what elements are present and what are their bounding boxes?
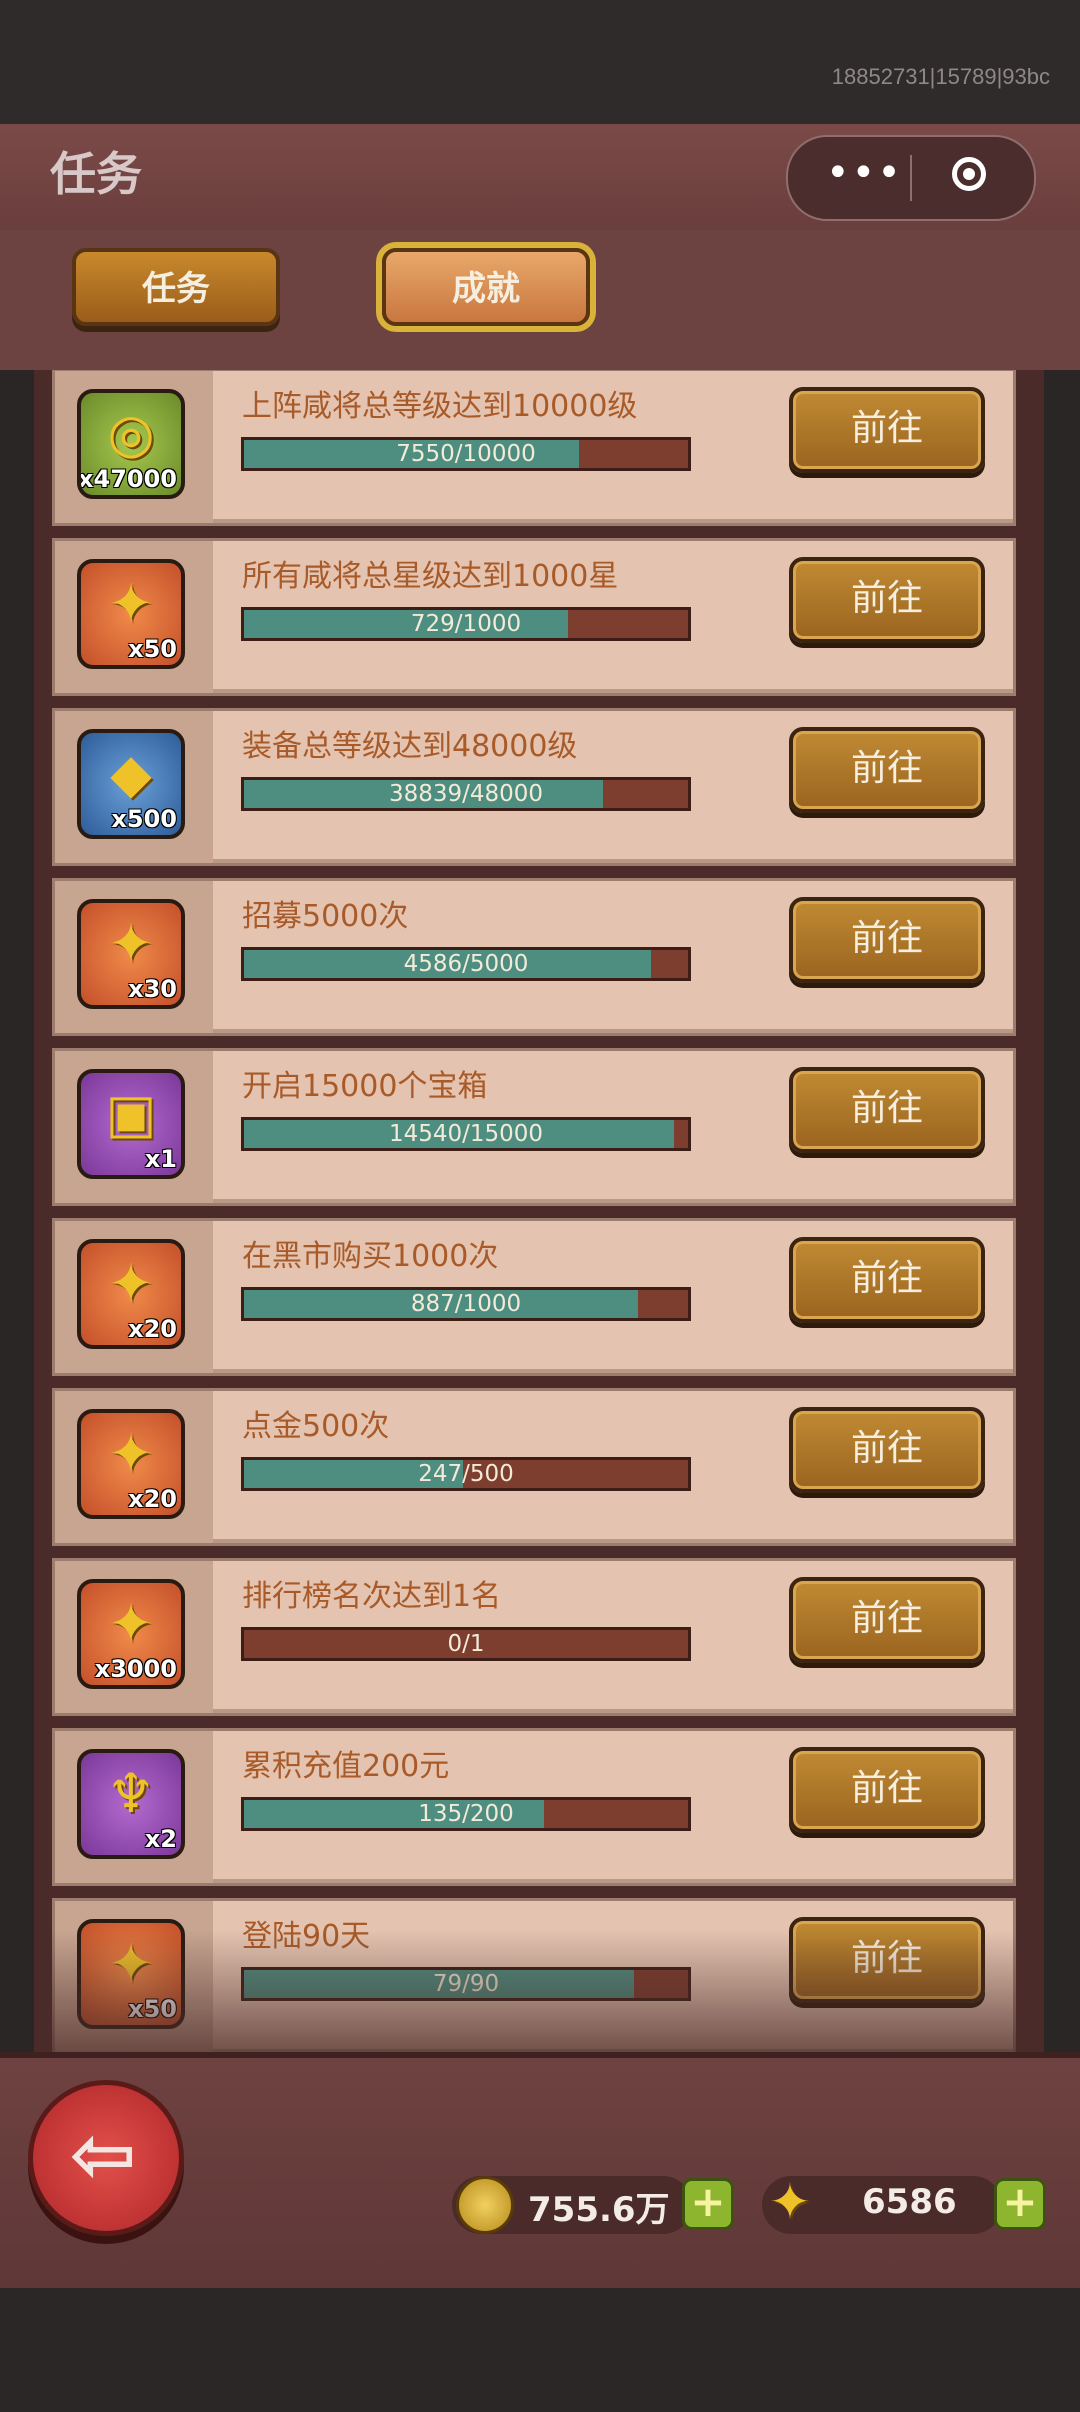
achievement-card: ◆ x500 装备总等级达到48000级 38839/48000 前往	[52, 708, 1016, 866]
achievement-card: ◎ x47000 上阵咸将总等级达到10000级 7550/10000 前往	[52, 370, 1016, 526]
ticket-icon[interactable]: ✦ x3000	[77, 1579, 185, 1689]
user-id-text: 18852731|15789|93bc	[831, 64, 1050, 89]
reward-glyph: ♆	[106, 1762, 156, 1825]
achievement-card: ✦ x30 招募5000次 4586/5000 前往	[52, 878, 1016, 1036]
achievement-title: 排行榜名次达到1名	[242, 1579, 502, 1614]
progress-bar: 135/200	[241, 1797, 691, 1831]
achievement-title: 开启15000个宝箱	[242, 1069, 488, 1104]
go-button[interactable]: 前往	[789, 897, 985, 983]
progress-text: 247/500	[418, 1461, 514, 1487]
list-fade-overlay	[34, 1930, 1044, 2052]
ore-icon[interactable]: ◆ x500	[77, 729, 185, 839]
progress-bar: 14540/15000	[241, 1117, 691, 1151]
reward-glyph: ✦	[108, 572, 154, 635]
go-button[interactable]: 前往	[789, 1237, 985, 1323]
progress-text: 38839/48000	[388, 781, 544, 807]
close-target-icon[interactable]	[952, 157, 986, 191]
reward-glyph: ◎	[107, 402, 155, 465]
ticket-value: 6586	[862, 2182, 957, 2222]
progress-bar: 4586/5000	[241, 947, 691, 981]
ticket-icon[interactable]: ✦x50	[77, 559, 185, 669]
coin-icon[interactable]: ◎ x47000	[77, 389, 185, 499]
achievement-card: ✦ x20 在黑市购买1000次 887/1000 前往	[52, 1218, 1016, 1376]
reward-quantity: x500	[111, 805, 177, 833]
reward-glyph: ✦	[108, 1592, 154, 1655]
add-tickets-button[interactable]: +	[994, 2178, 1046, 2230]
achievement-title: 装备总等级达到48000级	[242, 729, 578, 764]
progress-bar: 247/500	[241, 1457, 691, 1491]
back-button[interactable]: ⇦	[28, 2080, 184, 2236]
achievement-title: 招募5000次	[242, 899, 409, 934]
reward-quantity: x3000	[94, 1655, 177, 1683]
reward-quantity: x50	[128, 635, 177, 663]
achievement-title: 所有咸将总星级达到1000星	[242, 559, 619, 594]
reward-glyph: ◆	[110, 742, 152, 805]
tab-tasks[interactable]: 任务	[72, 248, 280, 326]
achievement-card: ✦ x50 所有咸将总星级达到1000星 729/1000 前往	[52, 538, 1016, 696]
achievement-title: 累积充值200元	[242, 1749, 450, 1784]
tab-achievements[interactable]: 成就	[382, 248, 590, 326]
ticket-icon[interactable]: ✦ x20	[77, 1239, 185, 1349]
progress-bar: 887/1000	[241, 1287, 691, 1321]
ticket-icon[interactable]: ✦ x30	[77, 899, 185, 1009]
achievement-card: ✦ x20 点金500次 247/500 前往	[52, 1388, 1016, 1546]
torch-icon[interactable]: ♆ x2	[77, 1749, 185, 1859]
reward-glyph: ✦	[108, 912, 154, 975]
ticket-icon: ✦	[769, 2173, 811, 2231]
ticket-icon[interactable]: ✦ x20	[77, 1409, 185, 1519]
achievement-title: 在黑市购买1000次	[242, 1239, 499, 1274]
progress-text: 0/1	[447, 1631, 485, 1657]
chest-icon[interactable]: ▣ x1	[77, 1069, 185, 1179]
reward-quantity: x20	[128, 1485, 177, 1513]
achievement-list[interactable]: ◎ x47000 上阵咸将总等级达到10000级 7550/10000 前往 ✦ x50 所有…	[34, 370, 1044, 2052]
system-nav-bar	[0, 2288, 1080, 2412]
coin-icon	[456, 2176, 514, 2234]
progress-text: 7550/10000	[396, 441, 536, 467]
progress-bar: 729/1000	[241, 607, 691, 641]
coin-value: 755.6万	[528, 2190, 670, 2230]
page-title: 任务	[50, 147, 142, 201]
go-button[interactable]: 前往	[789, 1067, 985, 1153]
back-arrow-icon: ⇦	[69, 2108, 137, 2201]
go-button[interactable]: 前往	[789, 1577, 985, 1663]
reward-quantity: x20	[128, 1315, 177, 1343]
progress-bar: 0/1	[241, 1627, 691, 1661]
go-button[interactable]: 前往	[789, 1747, 985, 1833]
reward-quantity: x47000	[78, 465, 177, 493]
reward-glyph: ✦	[108, 1252, 154, 1315]
achievement-card: ♆ x2 累积充值200元 135/200 前往	[52, 1728, 1016, 1886]
progress-text: 887/1000	[410, 1291, 522, 1317]
go-button[interactable]: 前往	[789, 387, 985, 473]
capsule-divider	[910, 155, 912, 201]
mini-program-capsule: •••	[786, 135, 1036, 221]
reward-quantity: x1	[144, 1145, 177, 1173]
go-button[interactable]: 前往	[789, 1407, 985, 1493]
reward-glyph: ▣	[105, 1082, 157, 1145]
achievement-title: 点金500次	[242, 1409, 390, 1444]
progress-text: 14540/15000	[388, 1121, 544, 1147]
achievement-title: 上阵咸将总等级达到10000级	[242, 389, 638, 424]
achievement-card: ▣ x1 开启15000个宝箱 14540/15000 前往	[52, 1048, 1016, 1206]
reward-glyph: ✦	[108, 1422, 154, 1485]
progress-text: 729/1000	[410, 611, 522, 637]
reward-quantity: x30	[128, 975, 177, 1003]
go-button[interactable]: 前往	[789, 727, 985, 813]
tab-strip: 任务 成就	[0, 230, 1080, 370]
achievement-card: ✦ x3000 排行榜名次达到1名 0/1 前往	[52, 1558, 1016, 1716]
add-coins-button[interactable]: +	[682, 2178, 734, 2230]
status-bar: 18852731|15789|93bc	[0, 0, 1080, 124]
reward-quantity: x2	[144, 1825, 177, 1853]
more-dots-icon[interactable]: •••	[826, 153, 903, 193]
progress-text: 4586/5000	[403, 951, 529, 977]
progress-text: 135/200	[418, 1801, 514, 1827]
go-button[interactable]: 前往	[789, 557, 985, 643]
progress-bar: 38839/48000	[241, 777, 691, 811]
progress-bar: 7550/10000	[241, 437, 691, 471]
